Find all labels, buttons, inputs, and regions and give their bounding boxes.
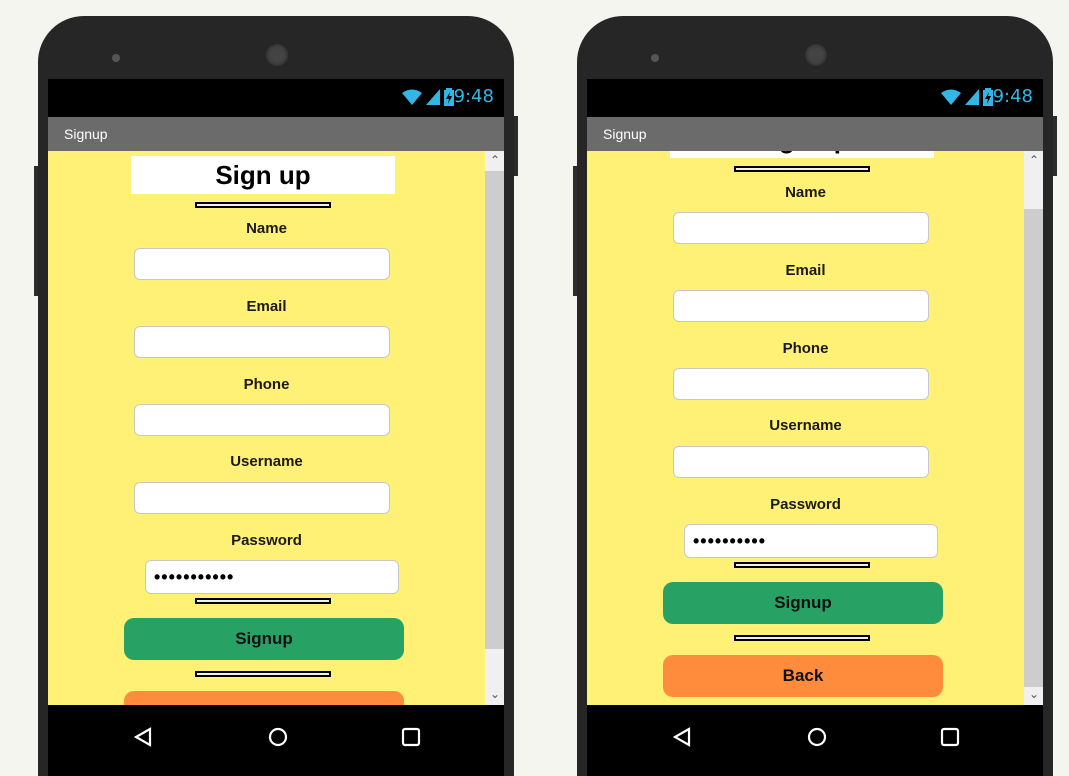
password-label: Password	[231, 532, 302, 549]
back-button[interactable]: Back	[663, 655, 943, 697]
signup-button[interactable]: Signup	[124, 618, 404, 660]
home-nav-icon[interactable]	[268, 727, 288, 747]
scrollbar[interactable]: ⌃ ⌄	[485, 151, 504, 705]
password-label: Password	[770, 496, 841, 513]
username-label: Username	[230, 453, 303, 470]
status-bar: 9:48	[48, 79, 504, 117]
email-field[interactable]	[673, 290, 929, 322]
username-field[interactable]	[134, 482, 390, 514]
navigation-bar	[48, 705, 504, 776]
power-button	[514, 116, 518, 176]
scroll-down-icon[interactable]: ⌄	[1029, 687, 1039, 701]
wifi-icon	[941, 89, 961, 105]
status-bar: 9:48	[587, 79, 1043, 117]
page-title: Sign up	[131, 156, 395, 194]
password-field[interactable]: •••••••••••	[145, 560, 399, 594]
title-bar: Signup	[48, 117, 504, 151]
speaker-icon	[805, 44, 827, 66]
divider-bar	[734, 562, 870, 568]
scroll-up-icon[interactable]: ⌃	[490, 153, 500, 167]
wifi-icon	[402, 89, 422, 105]
scroll-down-icon[interactable]: ⌄	[490, 687, 500, 701]
name-label: Name	[785, 184, 826, 201]
title-bar: Signup	[587, 117, 1043, 151]
navigation-bar	[587, 705, 1043, 776]
divider-bar	[734, 166, 870, 172]
status-time: 9:48	[453, 86, 494, 107]
username-field[interactable]	[673, 446, 929, 478]
status-time: 9:48	[992, 86, 1033, 107]
power-button	[1053, 116, 1057, 176]
username-label: Username	[769, 417, 842, 434]
screen: 9:48 Signup Sign up Name Email Phone Use…	[48, 79, 504, 776]
divider-bar	[734, 635, 870, 641]
scroll-up-icon[interactable]: ⌃	[1029, 153, 1039, 167]
divider-bar	[195, 202, 331, 208]
scroll-thumb[interactable]	[1024, 209, 1043, 687]
name-field[interactable]	[134, 248, 390, 280]
form-content[interactable]: Sign up Name Email Phone Username Passwo…	[48, 151, 504, 705]
volume-button	[573, 166, 577, 296]
email-field[interactable]	[134, 326, 390, 358]
phone-label: Phone	[243, 376, 290, 393]
form-content[interactable]: Sign up Name Email Phone Username Passwo…	[587, 151, 1043, 705]
back-button[interactable]: Back	[124, 691, 404, 705]
home-nav-icon[interactable]	[807, 727, 827, 747]
camera-icon	[651, 54, 659, 62]
divider-bar	[195, 598, 331, 604]
volume-button	[34, 166, 38, 296]
recents-nav-icon[interactable]	[940, 727, 960, 747]
email-label: Email	[785, 262, 826, 279]
scrollbar[interactable]: ⌃ ⌄	[1024, 151, 1043, 705]
phone-label: Phone	[782, 340, 829, 357]
signal-icon	[426, 89, 440, 105]
phone-frame-right: 9:48 Signup Sign up Name Email Phone Use…	[573, 16, 1057, 776]
back-nav-icon[interactable]	[673, 727, 691, 747]
page-title: Sign up	[670, 151, 934, 158]
phone-field[interactable]	[673, 368, 929, 400]
password-field[interactable]: ••••••••••	[684, 524, 938, 558]
name-label: Name	[246, 220, 287, 237]
email-label: Email	[246, 298, 287, 315]
battery-icon	[983, 88, 993, 106]
recents-nav-icon[interactable]	[401, 727, 421, 747]
phone-field[interactable]	[134, 404, 390, 436]
signup-button[interactable]: Signup	[663, 582, 943, 624]
signal-icon	[965, 89, 979, 105]
back-nav-icon[interactable]	[134, 727, 152, 747]
screen: 9:48 Signup Sign up Name Email Phone Use…	[587, 79, 1043, 776]
phone-frame-left: 9:48 Signup Sign up Name Email Phone Use…	[34, 16, 518, 776]
camera-icon	[112, 54, 120, 62]
divider-bar	[195, 671, 331, 677]
scroll-thumb[interactable]	[485, 171, 504, 649]
name-field[interactable]	[673, 212, 929, 244]
battery-icon	[444, 88, 454, 106]
speaker-icon	[266, 44, 288, 66]
